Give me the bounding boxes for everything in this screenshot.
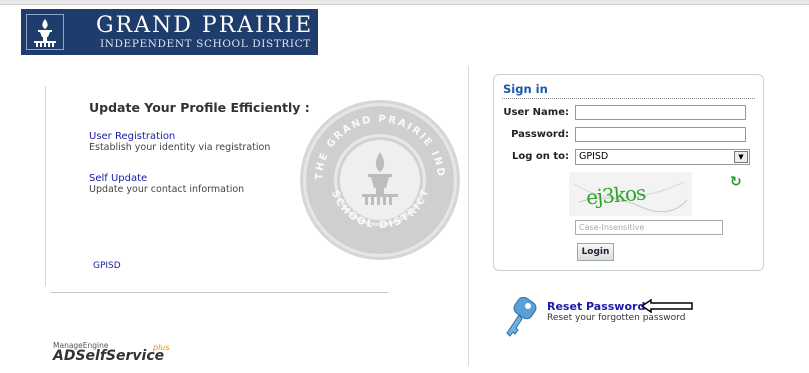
signin-title: Sign in <box>503 82 548 96</box>
user-registration-desc: Establish your identity via registration <box>89 142 271 153</box>
gpisd-domain-link[interactable]: GPISD <box>93 261 121 271</box>
top-border <box>0 0 809 5</box>
captcha-text: ej3kos <box>585 180 647 210</box>
login-button[interactable]: Login <box>577 243 614 261</box>
column-divider <box>468 66 469 366</box>
district-seal: THE GRAND PRAIRIE INDEPENDENT SCHOOL DIS… <box>291 88 464 264</box>
plus-label: plus <box>153 343 170 352</box>
self-update-desc: Update your contact information <box>89 184 245 195</box>
username-input[interactable] <box>575 105 746 120</box>
username-label: User Name: <box>503 107 569 118</box>
logon-domain-value: GPISD <box>579 151 609 162</box>
user-registration-link[interactable]: User Registration <box>89 131 175 142</box>
arrow-left-icon <box>640 298 693 314</box>
reset-password-link[interactable]: Reset Password <box>547 300 645 313</box>
captcha-image: ej3kos <box>569 172 692 216</box>
dropdown-arrow-icon[interactable]: ▼ <box>734 151 748 163</box>
key-icon[interactable] <box>501 296 541 339</box>
self-update-link[interactable]: Self Update <box>89 173 147 184</box>
district-logo: GRAND PRAIRIE INDEPENDENT SCHOOL DISTRIC… <box>21 9 318 55</box>
reset-password-desc: Reset your forgotten password <box>547 313 686 323</box>
profile-headline: Update Your Profile Efficiently : <box>89 100 310 115</box>
logon-label: Log on to: <box>511 151 569 162</box>
password-label: Password: <box>511 129 569 140</box>
password-input[interactable] <box>575 127 746 142</box>
torch-emblem-icon <box>26 14 64 50</box>
captcha-input[interactable] <box>575 220 723 235</box>
left-panel-divider <box>50 292 388 293</box>
signin-divider <box>502 98 755 99</box>
logo-subtitle: INDEPENDENT SCHOOL DISTRICT <box>100 38 311 50</box>
signin-panel: Sign in User Name: Password: Log on to: … <box>493 74 764 271</box>
left-panel-border <box>45 86 46 286</box>
refresh-icon[interactable]: ↻ <box>730 174 742 190</box>
logon-domain-select[interactable]: GPISD ▼ <box>575 149 750 165</box>
adselfservice-logo: ADSelfService <box>53 348 165 364</box>
logo-title: GRAND PRAIRIE <box>96 13 314 38</box>
